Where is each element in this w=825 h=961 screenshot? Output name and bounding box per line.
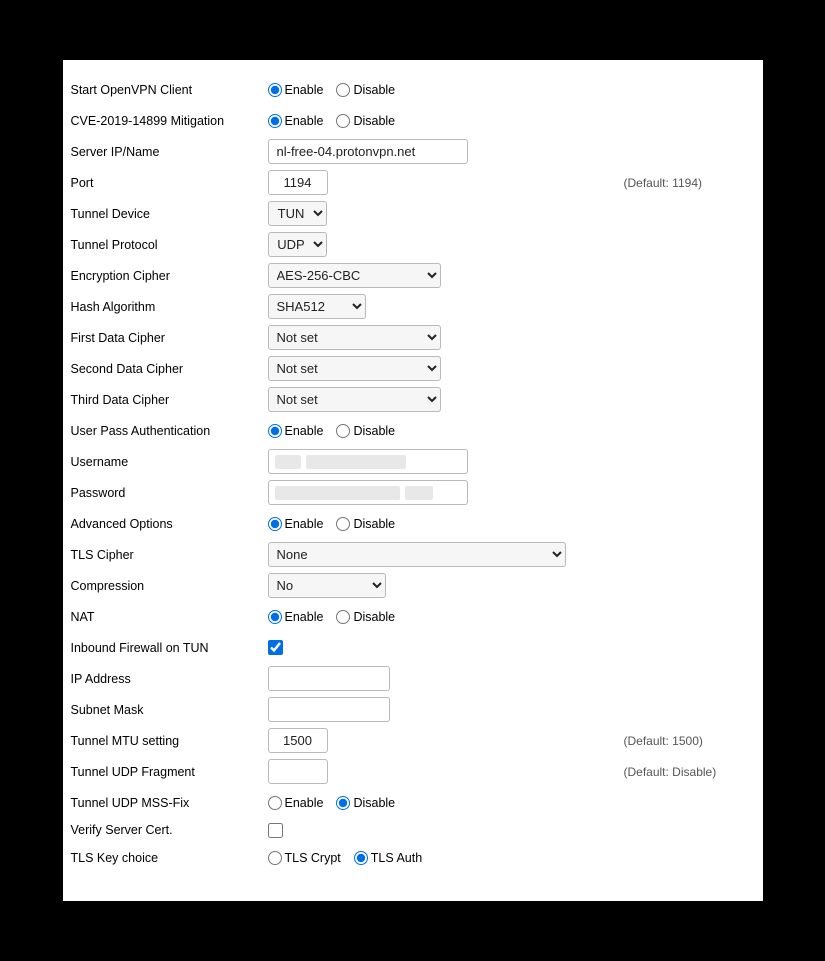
tunnel-proto-label: Tunnel Protocol bbox=[63, 238, 268, 252]
port-label: Port bbox=[63, 176, 268, 190]
enable-label: Enable bbox=[285, 424, 324, 438]
tlskey-crypt-radio[interactable] bbox=[268, 851, 282, 865]
subnet-input[interactable] bbox=[268, 697, 390, 722]
tlskey-auth-radio[interactable] bbox=[354, 851, 368, 865]
tlscipher-label: TLS Cipher bbox=[63, 548, 268, 562]
udpmss-disable-radio[interactable] bbox=[336, 796, 350, 810]
tunnel-proto-select[interactable]: UDP bbox=[268, 232, 327, 257]
mtu-hint: (Default: 1500) bbox=[588, 734, 763, 748]
serverip-input[interactable] bbox=[268, 139, 468, 164]
ip-input[interactable] bbox=[268, 666, 390, 691]
userpass-disable-radio[interactable] bbox=[336, 424, 350, 438]
udpfrag-input[interactable] bbox=[268, 759, 328, 784]
cve-enable-radio[interactable] bbox=[268, 114, 282, 128]
udpfrag-hint: (Default: Disable) bbox=[588, 765, 763, 779]
username-label: Username bbox=[63, 455, 268, 469]
verifycert-checkbox[interactable] bbox=[268, 823, 283, 838]
second-data-select[interactable]: Not set bbox=[268, 356, 441, 381]
hash-alg-label: Hash Algorithm bbox=[63, 300, 268, 314]
password-label: Password bbox=[63, 486, 268, 500]
disable-label: Disable bbox=[353, 83, 395, 97]
advopt-enable-radio[interactable] bbox=[268, 517, 282, 531]
enc-cipher-select[interactable]: AES-256-CBC bbox=[268, 263, 441, 288]
tlscipher-select[interactable]: None bbox=[268, 542, 566, 567]
first-data-select[interactable]: Not set bbox=[268, 325, 441, 350]
nat-label: NAT bbox=[63, 610, 268, 624]
enable-label: Enable bbox=[285, 517, 324, 531]
userpass-enable-radio[interactable] bbox=[268, 424, 282, 438]
hash-alg-select[interactable]: SHA512 bbox=[268, 294, 366, 319]
mtu-label: Tunnel MTU setting bbox=[63, 734, 268, 748]
enable-label: Enable bbox=[285, 83, 324, 97]
settings-panel: Start OpenVPN Client Enable Disable CVE-… bbox=[63, 60, 763, 901]
userpass-label: User Pass Authentication bbox=[63, 424, 268, 438]
tlskey-label: TLS Key choice bbox=[63, 851, 268, 865]
disable-label: Disable bbox=[353, 517, 395, 531]
cve-label: CVE-2019-14899 Mitigation bbox=[63, 114, 268, 128]
tunnel-device-label: Tunnel Device bbox=[63, 207, 268, 221]
udpfrag-label: Tunnel UDP Fragment bbox=[63, 765, 268, 779]
username-input[interactable] bbox=[268, 449, 468, 474]
udpmss-label: Tunnel UDP MSS-Fix bbox=[63, 796, 268, 810]
disable-label: Disable bbox=[353, 114, 395, 128]
port-hint: (Default: 1194) bbox=[588, 176, 763, 190]
cve-disable-radio[interactable] bbox=[336, 114, 350, 128]
tlscrypt-label: TLS Crypt bbox=[285, 851, 341, 865]
second-data-label: Second Data Cipher bbox=[63, 362, 268, 376]
start-client-label: Start OpenVPN Client bbox=[63, 83, 268, 97]
mtu-input[interactable] bbox=[268, 728, 328, 753]
udpmss-enable-radio[interactable] bbox=[268, 796, 282, 810]
enable-label: Enable bbox=[285, 610, 324, 624]
serverip-label: Server IP/Name bbox=[63, 145, 268, 159]
compression-select[interactable]: No bbox=[268, 573, 386, 598]
inbound-fw-checkbox[interactable] bbox=[268, 640, 283, 655]
enable-label: Enable bbox=[285, 796, 324, 810]
subnet-label: Subnet Mask bbox=[63, 703, 268, 717]
nat-enable-radio[interactable] bbox=[268, 610, 282, 624]
advopt-disable-radio[interactable] bbox=[336, 517, 350, 531]
port-input[interactable] bbox=[268, 170, 328, 195]
disable-label: Disable bbox=[353, 424, 395, 438]
ip-label: IP Address bbox=[63, 672, 268, 686]
disable-label: Disable bbox=[353, 610, 395, 624]
verifycert-label: Verify Server Cert. bbox=[63, 823, 268, 837]
third-data-select[interactable]: Not set bbox=[268, 387, 441, 412]
enable-label: Enable bbox=[285, 114, 324, 128]
tunnel-device-select[interactable]: TUN bbox=[268, 201, 327, 226]
inbound-fw-label: Inbound Firewall on TUN bbox=[63, 641, 268, 655]
start-client-enable-radio[interactable] bbox=[268, 83, 282, 97]
third-data-label: Third Data Cipher bbox=[63, 393, 268, 407]
start-client-disable-radio[interactable] bbox=[336, 83, 350, 97]
enc-cipher-label: Encryption Cipher bbox=[63, 269, 268, 283]
advopt-label: Advanced Options bbox=[63, 517, 268, 531]
password-input[interactable] bbox=[268, 480, 468, 505]
tlsauth-label: TLS Auth bbox=[371, 851, 422, 865]
disable-label: Disable bbox=[353, 796, 395, 810]
compression-label: Compression bbox=[63, 579, 268, 593]
first-data-label: First Data Cipher bbox=[63, 331, 268, 345]
nat-disable-radio[interactable] bbox=[336, 610, 350, 624]
